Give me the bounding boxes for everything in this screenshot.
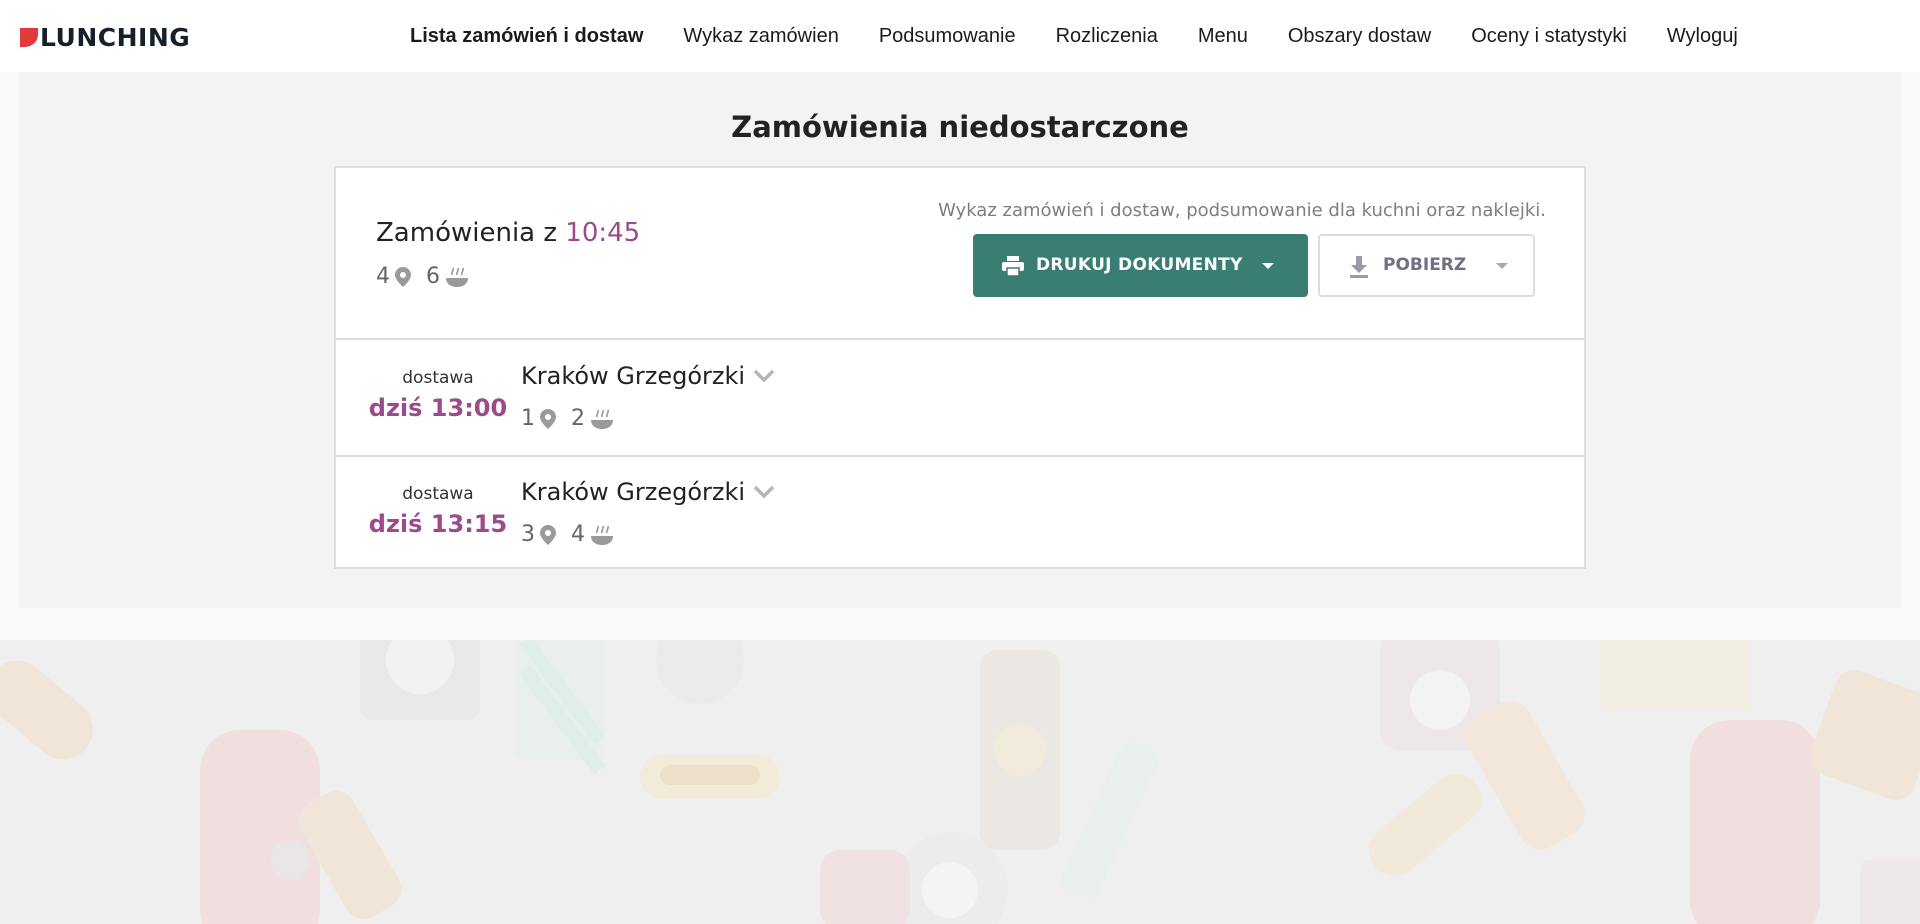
logo-mark-icon	[20, 28, 38, 47]
download-label: POBIERZ	[1383, 255, 1467, 275]
batch-header: Zamówienia z 10:45 4 6 Wykaz zamówień i …	[336, 168, 1584, 340]
nav-item-menu[interactable]: Menu	[1178, 25, 1268, 48]
documents-hint: Wykaz zamówień i dostaw, podsumowanie dl…	[938, 200, 1546, 221]
location-count-value: 3	[521, 522, 535, 547]
meal-count-value: 4	[571, 522, 585, 547]
nav-item-logout[interactable]: Wyloguj	[1647, 25, 1758, 48]
printer-icon	[1002, 256, 1024, 277]
page-title: Zamówienia niedostarczone	[731, 110, 1189, 144]
location-count: 4	[376, 264, 412, 289]
nav-item-orders-deliveries-list[interactable]: Lista zamówień i dostaw	[390, 25, 663, 48]
map-pin-icon	[540, 408, 556, 429]
delivery-row: dostawa dziś 13:15 Kraków Grzegórzki 3 4	[336, 456, 1584, 571]
chevron-down-icon	[753, 485, 775, 499]
batch-stats: 4 6	[376, 264, 470, 289]
meal-count: 4	[571, 522, 615, 547]
delivery-stats: 1 2	[521, 406, 615, 431]
delivery-time: dziś 13:15	[368, 510, 508, 538]
map-pin-icon	[540, 524, 556, 545]
meal-count-value: 2	[571, 406, 585, 431]
delivery-area-name: Kraków Grzegórzki	[521, 362, 746, 390]
location-count-value: 4	[376, 264, 390, 289]
content-wrapper: Zamówienia niedostarczone Zamówienia z 1…	[0, 72, 1920, 640]
meal-count: 2	[571, 406, 615, 431]
nav-item-orders-register[interactable]: Wykaz zamówien	[663, 25, 858, 48]
chevron-down-icon	[753, 369, 775, 383]
download-icon	[1350, 256, 1368, 278]
batch-title-prefix: Zamówienia z	[376, 218, 558, 248]
main-nav: Lista zamówień i dostaw Wykaz zamówien P…	[390, 0, 1758, 72]
delivery-time: dziś 13:00	[368, 394, 508, 422]
meal-count: 6	[426, 264, 470, 289]
delivery-area-name: Kraków Grzegórzki	[521, 478, 746, 506]
location-count: 3	[521, 522, 557, 547]
print-documents-label: DRUKUJ DOKUMENTY	[1036, 255, 1243, 275]
delivery-row: dostawa dziś 13:00 Kraków Grzegórzki 1 2	[336, 340, 1584, 457]
logo-text: LUNCHING	[40, 22, 191, 52]
orders-card: Zamówienia z 10:45 4 6 Wykaz zamówień i …	[334, 166, 1586, 569]
food-pattern-background	[0, 640, 1920, 924]
delivery-label: dostawa	[402, 368, 474, 388]
map-pin-icon	[395, 266, 411, 287]
soup-bowl-icon	[591, 525, 613, 545]
delivery-area-toggle[interactable]: Kraków Grzegórzki	[521, 478, 775, 506]
content-panel: Zamówienia niedostarczone Zamówienia z 1…	[19, 72, 1901, 608]
batch-title: Zamówienia z 10:45	[376, 218, 640, 248]
nav-item-settlements[interactable]: Rozliczenia	[1036, 25, 1178, 48]
logo[interactable]: LUNCHING	[20, 22, 191, 52]
soup-bowl-icon	[591, 409, 613, 429]
delivery-stats: 3 4	[521, 522, 615, 547]
nav-item-delivery-areas[interactable]: Obszary dostaw	[1268, 25, 1451, 48]
location-count-value: 1	[521, 406, 535, 431]
nav-item-summary[interactable]: Podsumowanie	[859, 25, 1036, 48]
top-navigation-bar: LUNCHING Lista zamówień i dostaw Wykaz z…	[0, 0, 1920, 72]
delivery-area-toggle[interactable]: Kraków Grzegórzki	[521, 362, 775, 390]
print-documents-button[interactable]: DRUKUJ DOKUMENTY	[973, 234, 1308, 297]
batch-time: 10:45	[565, 218, 641, 248]
caret-down-icon	[1262, 263, 1274, 269]
delivery-label: dostawa	[402, 484, 474, 504]
caret-down-icon	[1496, 263, 1508, 269]
location-count: 1	[521, 406, 557, 431]
download-button[interactable]: POBIERZ	[1318, 234, 1535, 297]
soup-bowl-icon	[446, 267, 468, 287]
nav-item-ratings-stats[interactable]: Oceny i statystyki	[1451, 25, 1647, 48]
meal-count-value: 6	[426, 264, 440, 289]
food-pattern-illustration	[0, 640, 1920, 924]
